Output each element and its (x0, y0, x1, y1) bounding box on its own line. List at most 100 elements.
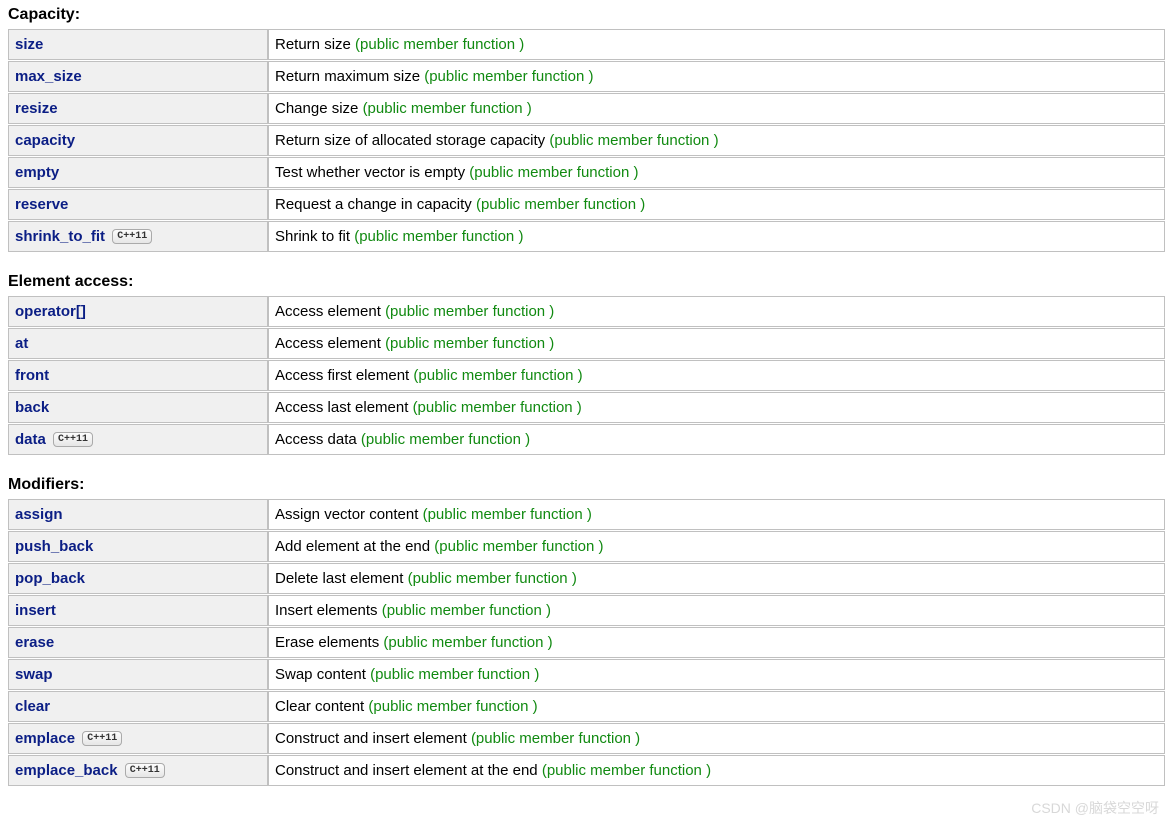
function-link[interactable]: erase (15, 634, 54, 651)
table-row: operator[] Access element (public member … (8, 296, 1165, 327)
function-desc: Construct and insert element (275, 730, 467, 747)
cpp11-badge: C++11 (53, 432, 93, 447)
function-desc-cell: Construct and insert element at the end … (268, 755, 1165, 786)
function-name-cell: swap (8, 659, 268, 690)
function-desc-cell: Swap content (public member function ) (268, 659, 1165, 690)
member-note: (public member function ) (355, 36, 524, 53)
table-row: reserve Request a change in capacity (pub… (8, 189, 1165, 220)
function-link[interactable]: insert (15, 602, 56, 619)
function-link[interactable]: data (15, 431, 46, 448)
function-link[interactable]: empty (15, 164, 59, 181)
function-desc: Insert elements (275, 602, 378, 619)
table-row: at Access element (public member function… (8, 328, 1165, 359)
member-note: (public member function ) (368, 698, 537, 715)
table-row: assignAssign vector content (public memb… (8, 499, 1165, 530)
function-link[interactable]: resize (15, 100, 58, 117)
function-name-cell: assign (8, 499, 268, 530)
function-desc: Access element (275, 335, 381, 352)
function-desc-cell: Return size of allocated storage capacit… (268, 125, 1165, 156)
function-link[interactable]: max_size (15, 68, 82, 85)
function-desc: Construct and insert element at the end (275, 762, 538, 779)
function-table: assignAssign vector content (public memb… (8, 498, 1165, 787)
function-link[interactable]: emplace_back (15, 762, 118, 779)
function-name-cell: clear (8, 691, 268, 722)
table-row: capacity Return size of allocated storage… (8, 125, 1165, 156)
table-row: emptyTest whether vector is empty (publi… (8, 157, 1165, 188)
function-desc: Swap content (275, 666, 366, 683)
function-name-cell: max_size (8, 61, 268, 92)
table-row: emplace C++11Construct and insert elemen… (8, 723, 1165, 754)
function-link[interactable]: assign (15, 506, 63, 523)
function-link[interactable]: pop_back (15, 570, 85, 587)
function-link[interactable]: operator[] (15, 303, 86, 320)
function-name-cell: emplace C++11 (8, 723, 268, 754)
function-link[interactable]: push_back (15, 538, 93, 555)
function-link[interactable]: clear (15, 698, 50, 715)
function-desc-cell: Access data (public member function ) (268, 424, 1165, 455)
function-name-cell: push_back (8, 531, 268, 562)
member-note: (public member function ) (549, 132, 718, 149)
function-desc-cell: Construct and insert element (public mem… (268, 723, 1165, 754)
function-desc-cell: Change size (public member function ) (268, 93, 1165, 124)
function-link[interactable]: reserve (15, 196, 68, 213)
table-row: data C++11 Access data (public member fun… (8, 424, 1165, 455)
function-desc-cell: Return maximum size (public member funct… (268, 61, 1165, 92)
table-row: resize Change size (public member functio… (8, 93, 1165, 124)
function-link[interactable]: size (15, 36, 43, 53)
member-note: (public member function ) (354, 228, 523, 245)
member-note: (public member function ) (434, 538, 603, 555)
function-link[interactable]: capacity (15, 132, 75, 149)
section-title: Modifiers: (8, 476, 1165, 494)
table-row: insert Insert elements (public member fun… (8, 595, 1165, 626)
watermark-text: CSDN @脑袋空空呀 (1031, 798, 1159, 818)
function-desc: Access first element (275, 367, 409, 384)
member-note: (public member function ) (469, 164, 638, 181)
member-note: (public member function ) (385, 335, 554, 352)
table-row: pop_back Delete last element (public memb… (8, 563, 1165, 594)
function-name-cell: insert (8, 595, 268, 626)
cpp11-badge: C++11 (125, 763, 165, 778)
function-link[interactable]: back (15, 399, 49, 416)
function-name-cell: operator[] (8, 296, 268, 327)
member-note: (public member function ) (382, 602, 551, 619)
function-desc-cell: Add element at the end (public member fu… (268, 531, 1165, 562)
function-desc: Erase elements (275, 634, 379, 651)
function-desc-cell: Delete last element (public member funct… (268, 563, 1165, 594)
function-desc-cell: Return size (public member function ) (268, 29, 1165, 60)
function-desc-cell: Access element (public member function ) (268, 296, 1165, 327)
function-link[interactable]: at (15, 335, 28, 352)
member-note: (public member function ) (542, 762, 711, 779)
function-desc-cell: Request a change in capacity (public mem… (268, 189, 1165, 220)
function-desc: Access last element (275, 399, 408, 416)
function-link[interactable]: emplace (15, 730, 75, 747)
table-row: erase Erase elements (public member funct… (8, 627, 1165, 658)
function-desc-cell: Access last element (public member funct… (268, 392, 1165, 423)
function-name-cell: erase (8, 627, 268, 658)
function-desc: Request a change in capacity (275, 196, 472, 213)
table-row: push_back Add element at the end (public … (8, 531, 1165, 562)
function-desc: Access element (275, 303, 381, 320)
function-link[interactable]: front (15, 367, 49, 384)
function-link[interactable]: swap (15, 666, 53, 683)
member-note: (public member function ) (471, 730, 640, 747)
function-desc-cell: Access element (public member function ) (268, 328, 1165, 359)
member-note: (public member function ) (370, 666, 539, 683)
cpp11-badge: C++11 (82, 731, 122, 746)
section-title: Element access: (8, 273, 1165, 291)
cpp11-badge: C++11 (112, 229, 152, 244)
function-link[interactable]: shrink_to_fit (15, 228, 105, 245)
function-desc-cell: Erase elements (public member function ) (268, 627, 1165, 658)
function-name-cell: at (8, 328, 268, 359)
table-row: clearClear content (public member functi… (8, 691, 1165, 722)
function-name-cell: empty (8, 157, 268, 188)
table-row: swap Swap content (public member function… (8, 659, 1165, 690)
member-note: (public member function ) (423, 506, 592, 523)
table-row: shrink_to_fit C++11 Shrink to fit (public… (8, 221, 1165, 252)
member-note: (public member function ) (476, 196, 645, 213)
function-name-cell: pop_back (8, 563, 268, 594)
member-note: (public member function ) (385, 303, 554, 320)
function-desc-cell: Shrink to fit (public member function ) (268, 221, 1165, 252)
function-name-cell: back (8, 392, 268, 423)
table-row: max_size Return maximum size (public memb… (8, 61, 1165, 92)
function-desc-cell: Insert elements (public member function … (268, 595, 1165, 626)
